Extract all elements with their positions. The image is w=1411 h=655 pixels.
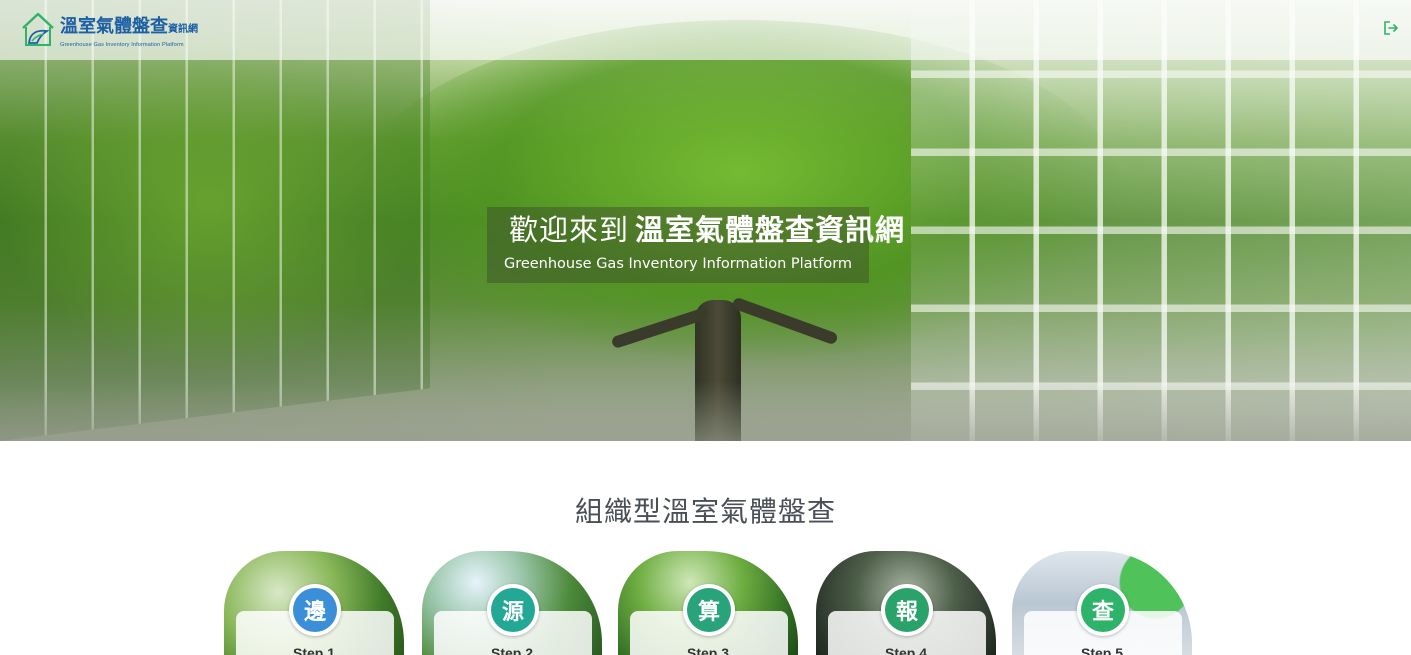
logout-icon[interactable] [1381, 18, 1401, 38]
logo-title-suffix: 資訊網 [168, 24, 198, 35]
house-logo-icon [22, 12, 54, 46]
step-label: Step 5 [1080, 645, 1123, 655]
step-label: Step 3 [686, 645, 729, 655]
step-badge: 源 [487, 584, 539, 636]
hero-ground [0, 381, 1411, 441]
section-title: 組織型溫室氣體盤查 [574, 495, 836, 528]
hero-title-box: 歡迎來到 溫室氣體盤查資訊網 Greenhouse Gas Inventory I… [487, 207, 904, 283]
step-label: Step 4 [884, 645, 927, 655]
step-char: 邊 [293, 588, 337, 632]
logo-subtitle: Greenhouse Gas Inventory Information Pla… [60, 42, 184, 48]
step-label: Step 2 [490, 645, 533, 655]
step-badge: 邊 [289, 584, 341, 636]
hero-title: 歡迎來到 溫室氣體盤查資訊網 [509, 211, 905, 249]
step-char: 源 [491, 588, 535, 632]
step-card-report[interactable]: 報 Step 4 [816, 551, 996, 655]
hero-title-main: 溫室氣體盤查資訊網 [635, 213, 906, 247]
step-label: Step 1 [292, 645, 335, 655]
step-card-source[interactable]: 源 Step 2 [422, 551, 602, 655]
step-badge: 查 [1077, 584, 1129, 636]
hero-glass-building-right [911, 0, 1411, 441]
hero-subtitle: Greenhouse Gas Inventory Information Pla… [503, 256, 853, 272]
logo-title: 溫室氣體盤查 [60, 16, 168, 37]
step-badge: 算 [683, 584, 735, 636]
hero-title-prefix: 歡迎來到 [509, 213, 630, 247]
step-char: 報 [885, 588, 929, 632]
step-char: 查 [1081, 588, 1125, 632]
step-card-boundary[interactable]: 邊 Step 1 [224, 551, 404, 655]
step-card-verify[interactable]: 查 Step 5 [1012, 551, 1192, 655]
step-badge: 報 [881, 584, 933, 636]
step-card-calculate[interactable]: 算 Step 3 [618, 551, 798, 655]
site-logo[interactable]: 溫室氣體盤查資訊網 Greenhouse Gas Inventory Infor… [20, 10, 200, 50]
hero-banner: 歡迎來到 溫室氣體盤查資訊網 Greenhouse Gas Inventory I… [0, 0, 1411, 441]
step-char: 算 [687, 588, 731, 632]
top-navbar: 溫室氣體盤查資訊網 Greenhouse Gas Inventory Infor… [0, 0, 1411, 60]
